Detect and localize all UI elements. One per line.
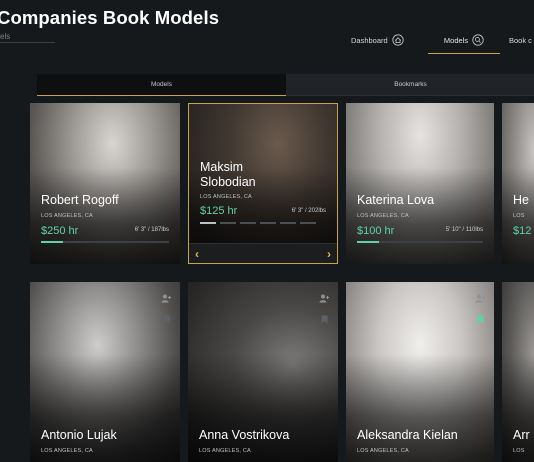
tab-bookmarks[interactable]: Bookmarks	[286, 74, 534, 96]
app-title: Companies Book Models	[0, 7, 220, 28]
card-actions	[161, 290, 172, 329]
card-actions	[475, 290, 486, 329]
model-card[interactable]: Robert Rogoff LOS ANGELES, CA $250 hr 6'…	[30, 103, 180, 264]
model-card[interactable]: Antonio Lujak LOS ANGELES, CA	[30, 282, 180, 462]
chevron-right-icon[interactable]: ›	[327, 247, 331, 261]
model-rate: $125 hr	[200, 205, 238, 217]
add-user-icon[interactable]	[161, 290, 172, 308]
add-user-icon[interactable]	[475, 290, 486, 308]
header-divider	[0, 42, 55, 43]
model-name-last: Slobodian	[200, 175, 256, 189]
nav-models[interactable]: Models	[428, 28, 500, 54]
model-card[interactable]: Anna Vostrikova LOS ANGELES, CA	[188, 282, 338, 462]
model-name: Anna Vostrikova	[199, 428, 290, 442]
model-rate: $12	[513, 225, 532, 237]
bookmark-icon[interactable]	[163, 311, 170, 329]
model-location: LOS ANGELES, CA	[357, 213, 409, 219]
bookmark-icon[interactable]	[321, 311, 328, 329]
model-name: Aleksandra Kielan	[357, 428, 458, 442]
view-tabs: Models Bookmarks	[37, 74, 534, 96]
model-card[interactable]: Katerina Lova LOS ANGELES, CA $100 hr 5'…	[346, 103, 494, 264]
model-card[interactable]: He LOS $12	[502, 103, 534, 264]
model-rate: $250 hr	[41, 225, 79, 237]
model-location: LOS ANGELES, CA	[357, 448, 409, 454]
nav-dashboard[interactable]: Dashboard	[351, 28, 404, 52]
carousel-controls: ‹ ›	[189, 243, 337, 263]
bookmark-icon[interactable]	[477, 311, 484, 329]
model-location: LOS ANGELES, CA	[199, 448, 251, 454]
nav-dashboard-label: Dashboard	[351, 35, 388, 45]
model-name: Robert Rogoff	[41, 193, 119, 207]
model-name: Arr	[513, 428, 530, 442]
model-location: LOS ANGELES, CA	[200, 194, 252, 200]
rate-indicator	[357, 241, 483, 243]
model-dimensions: 6' 3" / 187lbs	[134, 227, 169, 233]
nav-book[interactable]: Book c	[509, 28, 532, 52]
model-card[interactable]: Arr LOS	[502, 282, 534, 462]
chevron-left-icon[interactable]: ‹	[195, 247, 199, 261]
model-name: He	[513, 193, 529, 207]
model-card-featured[interactable]: Maksim Slobodian LOS ANGELES, CA $125 hr…	[188, 103, 338, 264]
carousel-progress	[200, 222, 316, 224]
search-icon	[472, 34, 484, 46]
model-location: LOS ANGELES, CA	[41, 213, 93, 219]
card-actions	[319, 290, 330, 329]
model-name: Antonio Lujak	[41, 428, 117, 442]
model-name-first: Maksim	[200, 160, 244, 174]
nav-models-label: Models	[443, 35, 469, 45]
model-location: LOS	[513, 213, 525, 219]
nav-book-label: Book c	[509, 35, 532, 45]
app-subtitle: els	[0, 32, 11, 41]
house-icon	[392, 34, 404, 46]
model-rate: $100 hr	[357, 225, 395, 237]
model-dimensions: 5' 10" / 110lbs	[445, 227, 483, 233]
model-card[interactable]: Aleksandra Kielan LOS ANGELES, CA	[346, 282, 494, 462]
model-name: Katerina Lova	[357, 193, 435, 207]
model-dimensions: 6' 3" / 202lbs	[291, 208, 326, 214]
model-location: LOS	[513, 448, 525, 454]
model-location: LOS ANGELES, CA	[41, 448, 93, 454]
rate-indicator	[41, 241, 169, 243]
tab-models[interactable]: Models	[37, 74, 286, 96]
add-user-icon[interactable]	[319, 290, 330, 308]
